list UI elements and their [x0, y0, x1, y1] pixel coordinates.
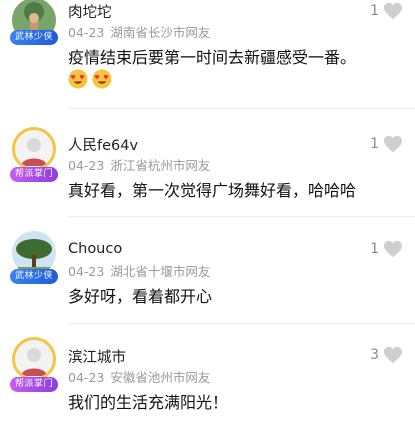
comment-meta: 04-23 安徽省池州市网友: [68, 367, 210, 386]
like-control[interactable]: 1: [370, 135, 403, 153]
like-control[interactable]: 1: [370, 240, 403, 258]
comment-item: 帮派掌门 人民fe64v 04-23 浙江省杭州市网友 真好看，第一次觉得广场舞好…: [0, 110, 415, 215]
heart-icon[interactable]: [383, 135, 403, 153]
comment-text: 多好呀，看着都开心: [68, 287, 213, 306]
like-count: 1: [370, 241, 379, 257]
heart-eyes-emoji: [68, 69, 88, 89]
avatar[interactable]: 武林少侠: [8, 231, 60, 289]
heart-eyes-emoji: [92, 69, 112, 89]
username[interactable]: 人民fe64v: [68, 134, 138, 155]
comment-location: 安徽省池州市网友: [110, 370, 211, 385]
avatar-image: [12, 127, 56, 171]
like-count: 3: [370, 347, 379, 363]
avatar[interactable]: 帮派掌门: [8, 127, 60, 185]
comment-meta: 04-23 湖北省十堰市网友: [68, 261, 210, 280]
username[interactable]: Chouco: [68, 241, 122, 257]
comment-text: 我们的生活充满阳光！: [68, 393, 229, 412]
avatar-image: [12, 337, 56, 381]
comment-item: 武林少侠 Chouco 04-23 湖北省十堰市网友 多好呀，看着都开心 1: [0, 217, 415, 322]
badge: 帮派掌门: [10, 167, 58, 182]
comment-text: 疫情结束后要第一时间去新疆感受一番。: [68, 48, 357, 67]
heart-icon[interactable]: [383, 240, 403, 258]
like-count: 1: [370, 3, 379, 19]
like-control[interactable]: 1: [370, 2, 403, 20]
comment-date: 04-23: [68, 158, 105, 173]
badge: 武林少侠: [10, 269, 58, 284]
comment-date: 04-23: [68, 25, 105, 40]
emoji-row: [68, 69, 112, 89]
comment-item: 武林少侠 肉坨坨 04-23 湖南省长沙市网友 疫情结束后要第一时间去新疆感受一番…: [0, 0, 415, 110]
comment-location: 湖南省长沙市网友: [110, 25, 211, 40]
badge: 武林少侠: [10, 30, 58, 45]
divider: [68, 108, 415, 109]
username[interactable]: 滨江城市: [68, 346, 126, 367]
like-count: 1: [370, 136, 379, 152]
comment-item: 帮派掌门 滨江城市 04-23 安徽省池州市网友 我们的生活充满阳光！ 3: [0, 324, 415, 432]
comment-text: 真好看，第一次觉得广场舞好看，哈哈哈: [68, 181, 357, 200]
comment-meta: 04-23 浙江省杭州市网友: [68, 155, 210, 174]
comment-date: 04-23: [68, 370, 105, 385]
avatar[interactable]: 武林少侠: [8, 0, 60, 56]
comment-location: 湖北省十堰市网友: [110, 264, 211, 279]
username[interactable]: 肉坨坨: [68, 1, 112, 22]
heart-icon[interactable]: [383, 2, 403, 20]
comment-date: 04-23: [68, 264, 105, 279]
comment-location: 浙江省杭州市网友: [110, 158, 211, 173]
comment-meta: 04-23 湖南省长沙市网友: [68, 22, 210, 41]
like-control[interactable]: 3: [370, 346, 403, 364]
badge: 帮派掌门: [10, 377, 58, 392]
avatar[interactable]: 帮派掌门: [8, 337, 60, 395]
heart-icon[interactable]: [383, 346, 403, 364]
